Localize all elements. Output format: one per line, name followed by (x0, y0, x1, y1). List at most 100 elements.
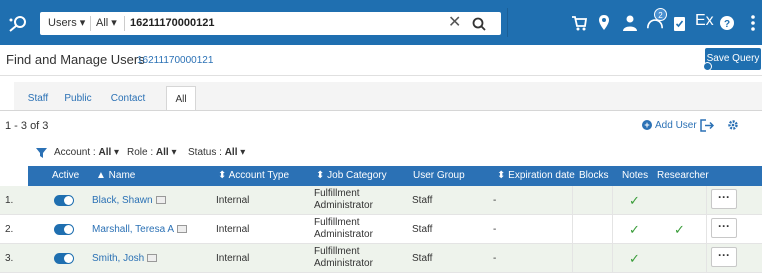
logo-icon[interactable] (8, 14, 28, 32)
help-icon[interactable]: ? (719, 14, 735, 32)
search-icon[interactable] (472, 17, 486, 31)
add-user-button[interactable]: + Add User (642, 120, 697, 131)
column-blocks: Blocks (579, 170, 609, 181)
table-row: 2. Marshall, Teresa A Internal Fulfillme… (0, 215, 762, 244)
page-title: Find and Manage Users (6, 52, 145, 67)
user-name: Black, Shawn (92, 195, 153, 206)
column-user-group: User Group (413, 170, 465, 181)
job-category-line: Administrator (314, 200, 373, 211)
more-vertical-icon[interactable] (750, 14, 756, 32)
save-query-button[interactable]: Save Query (705, 48, 761, 70)
user-group: Staff (412, 195, 433, 206)
plus-icon: + (642, 120, 652, 130)
column-notes: Notes (622, 170, 649, 181)
expiration-date: - (493, 253, 497, 264)
user-card-icon (155, 196, 166, 205)
results-count: 1 - 3 of 3 (5, 120, 49, 132)
divider (124, 16, 125, 31)
active-toggle[interactable] (54, 253, 74, 264)
chevron-down-icon: ▾ (171, 147, 177, 158)
user-name: Smith, Josh (92, 253, 145, 264)
job-category: Fulfillment Administrator (314, 246, 404, 270)
user-card-icon (147, 254, 158, 263)
row-number: 1. (5, 195, 14, 206)
notifications-badge: 2 (654, 8, 667, 21)
researcher-check-icon: ✓ (674, 222, 685, 237)
job-category: Fulfillment Administrator (314, 217, 404, 241)
job-category: Fulfillment Administrator (314, 188, 404, 212)
job-category-line: Administrator (314, 258, 373, 269)
tab-staff[interactable]: Staff (20, 86, 56, 111)
chevron-down-icon: ▾ (240, 147, 246, 158)
account-facet[interactable]: Account : All ▾ (54, 147, 119, 158)
notes-check-icon: ✓ (629, 222, 640, 237)
account-facet-value: All (98, 147, 112, 158)
add-user-label: Add User (655, 120, 697, 131)
search-scope-dropdown[interactable]: Users ▾ (48, 12, 85, 35)
cart-icon[interactable] (571, 14, 587, 32)
job-category-line: Fulfillment (314, 217, 360, 228)
user-name-link[interactable]: Black, Shawn (92, 195, 166, 206)
column-active: Active (52, 170, 80, 181)
column-account-type[interactable]: ⬍ Account Type (218, 166, 289, 186)
tab-all[interactable]: All (166, 86, 196, 111)
user-icon[interactable] (622, 14, 638, 32)
role-facet-value: All (155, 147, 169, 158)
job-category-line: Fulfillment (314, 188, 360, 199)
user-name-link[interactable]: Smith, Josh (92, 253, 158, 264)
tab-public[interactable]: Public (58, 86, 98, 111)
user-card-icon (177, 225, 188, 234)
export-icon[interactable] (700, 119, 714, 132)
active-toggle[interactable] (54, 195, 74, 206)
search-filter-dropdown[interactable]: All ▾ (96, 12, 117, 35)
search-box: Users ▾ All ▾ ✕ (40, 12, 501, 35)
row-actions-button[interactable]: ··· (711, 218, 737, 238)
column-expiration-date[interactable]: ⬍ Expiration date (497, 166, 575, 186)
role-facet-label: Role : (127, 147, 154, 158)
table-row: 1. Black, Shawn Internal Fulfillment Admi… (0, 186, 762, 215)
user-name: Marshall, Teresa A (92, 224, 175, 235)
account-type: Internal (216, 195, 250, 206)
active-toggle[interactable] (54, 224, 74, 235)
chevron-down-icon: ▾ (114, 147, 120, 158)
expiration-date: - (493, 224, 497, 235)
status-facet-value: All (224, 147, 238, 158)
status-facet[interactable]: Status : All ▾ (188, 147, 245, 158)
role-facet[interactable]: Role : All ▾ (127, 147, 177, 158)
job-category-line: Administrator (314, 229, 373, 240)
table-header: Active ▲ Name ⬍ Account Type ⬍ Job Categ… (28, 166, 762, 186)
column-researcher: Researcher (657, 170, 709, 181)
divider (0, 75, 762, 76)
row-actions-button[interactable]: ··· (711, 247, 737, 267)
page-title-id: 16211170000121 (137, 55, 214, 66)
tab-contact[interactable]: Contact (102, 86, 154, 111)
tasks-icon[interactable] (673, 14, 686, 32)
location-icon[interactable] (598, 14, 610, 32)
notes-check-icon: ✓ (629, 251, 640, 266)
account-facet-label: Account : (54, 147, 96, 158)
divider (90, 16, 91, 31)
clear-search-icon[interactable]: ✕ (448, 15, 461, 31)
status-facet-label: Status : (188, 147, 222, 158)
job-category-line: Fulfillment (314, 246, 360, 257)
divider (507, 8, 508, 37)
column-divider (706, 186, 707, 273)
column-name[interactable]: ▲ Name (96, 166, 135, 186)
account-type: Internal (216, 224, 250, 235)
notes-check-icon: ✓ (629, 193, 640, 208)
info-icon (703, 62, 712, 71)
gear-icon[interactable] (727, 119, 739, 131)
row-number: 3. (5, 253, 14, 264)
top-bar: Users ▾ All ▾ ✕ 2 Ex ? (0, 0, 762, 45)
user-group: Staff (412, 253, 433, 264)
row-actions-button[interactable]: ··· (711, 189, 737, 209)
user-group: Staff (412, 224, 433, 235)
filter-icon[interactable] (36, 148, 47, 158)
user-name-link[interactable]: Marshall, Teresa A (92, 224, 188, 235)
ex-icon[interactable]: Ex (695, 12, 714, 30)
table-row: 3. Smith, Josh Internal Fulfillment Admin… (0, 244, 762, 273)
search-input[interactable] (130, 12, 430, 35)
column-divider (612, 186, 613, 273)
account-type: Internal (216, 253, 250, 264)
column-job-category[interactable]: ⬍ Job Category (316, 166, 387, 186)
